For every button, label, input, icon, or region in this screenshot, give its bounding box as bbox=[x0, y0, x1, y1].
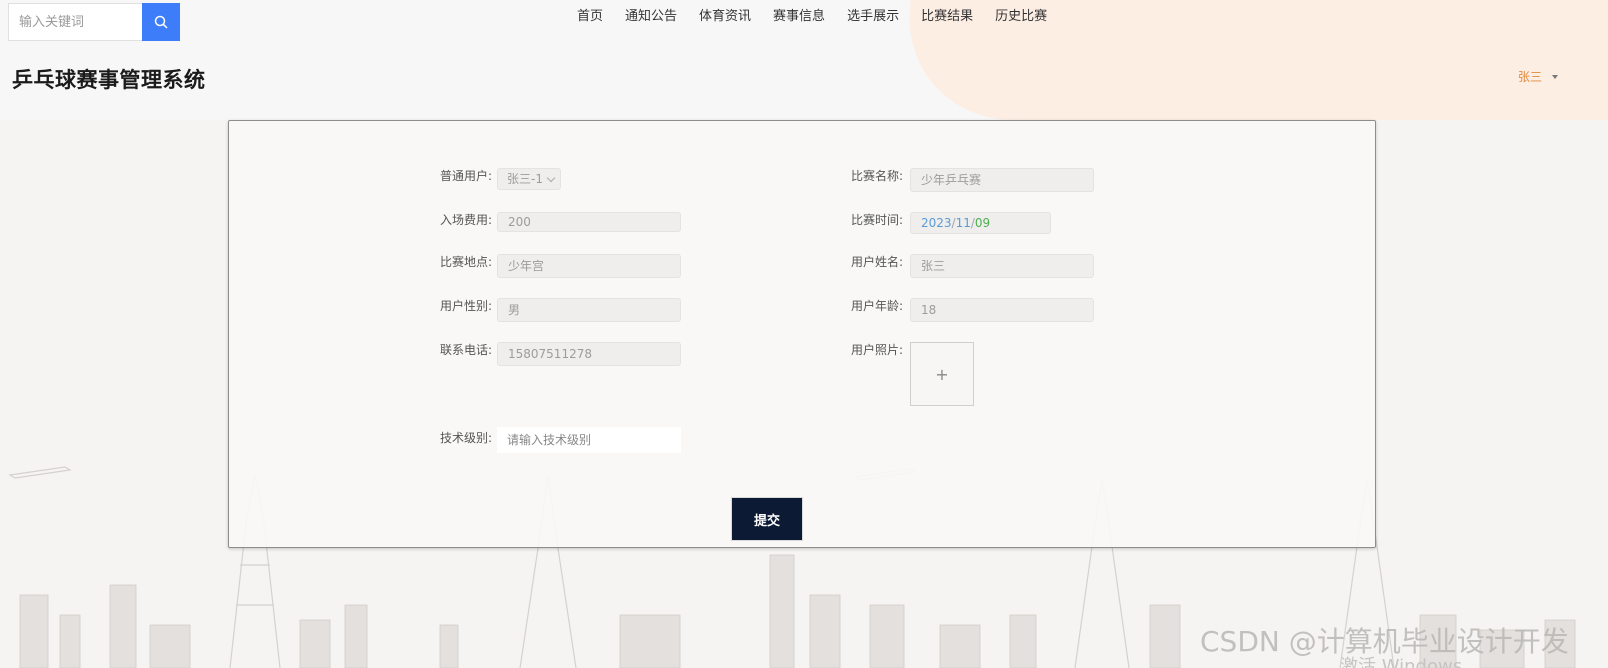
label-venue: 比赛地点: bbox=[440, 255, 493, 269]
nav-item-home[interactable]: 首页 bbox=[566, 8, 614, 26]
windows-activation-watermark: 激活 Windows bbox=[1340, 656, 1463, 668]
phone-field[interactable]: 15807511278 bbox=[497, 342, 681, 366]
label-fee: 入场费用: bbox=[440, 213, 493, 227]
label-level: 技术级别: bbox=[440, 431, 493, 445]
submit-button[interactable]: 提交 bbox=[731, 497, 803, 541]
label-age: 用户年龄: bbox=[851, 299, 904, 313]
label-photo: 用户照片: bbox=[851, 343, 904, 357]
nav-item-results[interactable]: 比赛结果 bbox=[910, 8, 984, 26]
label-match-name: 比赛名称: bbox=[851, 169, 904, 183]
label-user: 普通用户: bbox=[440, 169, 493, 183]
level-input[interactable] bbox=[497, 427, 681, 453]
registration-form: 普通用户: 张三-1 入场费用: 200 比赛地点: 少年宫 用户性别: 男 联… bbox=[228, 120, 1376, 548]
plus-icon: + bbox=[935, 364, 949, 384]
user-name-field[interactable]: 张三 bbox=[910, 254, 1094, 278]
search-button[interactable] bbox=[142, 3, 180, 41]
search-input[interactable] bbox=[9, 4, 142, 40]
caret-down-icon bbox=[1552, 74, 1559, 79]
photo-upload[interactable]: + bbox=[910, 342, 974, 406]
chevron-down-icon bbox=[546, 173, 556, 183]
site-title: 乒乓球赛事管理系统 bbox=[12, 68, 206, 92]
label-gender: 用户性别: bbox=[440, 299, 493, 313]
label-user-name: 用户姓名: bbox=[851, 255, 904, 269]
date-month: 11 bbox=[955, 216, 971, 230]
label-phone: 联系电话: bbox=[440, 343, 493, 357]
user-select-value: 张三-1 bbox=[507, 172, 543, 186]
search-box bbox=[8, 3, 180, 41]
user-select[interactable]: 张三-1 bbox=[497, 168, 561, 190]
match-name-field[interactable]: 少年乒乓赛 bbox=[910, 168, 1094, 192]
fee-field[interactable]: 200 bbox=[497, 212, 681, 232]
search-icon bbox=[154, 15, 168, 29]
nav-item-match-info[interactable]: 赛事信息 bbox=[762, 8, 836, 26]
date-year: 2023 bbox=[921, 216, 952, 230]
match-date-field[interactable]: 2023/11/09 bbox=[910, 212, 1051, 234]
nav-item-notices[interactable]: 通知公告 bbox=[614, 8, 688, 26]
date-day: 09 bbox=[974, 216, 991, 230]
nav-item-sports-news[interactable]: 体育资讯 bbox=[688, 8, 762, 26]
nav-item-history[interactable]: 历史比赛 bbox=[984, 8, 1058, 26]
age-field[interactable]: 18 bbox=[910, 298, 1094, 322]
nav-item-players[interactable]: 选手展示 bbox=[836, 8, 910, 26]
user-name: 张三 bbox=[1518, 70, 1543, 84]
main-nav: 首页 通知公告 体育资讯 赛事信息 选手展示 比赛结果 历史比赛 bbox=[566, 8, 1058, 26]
label-match-time: 比赛时间: bbox=[851, 213, 904, 227]
gender-field[interactable]: 男 bbox=[497, 298, 681, 322]
user-menu[interactable]: 张三 bbox=[1518, 68, 1559, 85]
venue-field[interactable]: 少年宫 bbox=[497, 254, 681, 278]
